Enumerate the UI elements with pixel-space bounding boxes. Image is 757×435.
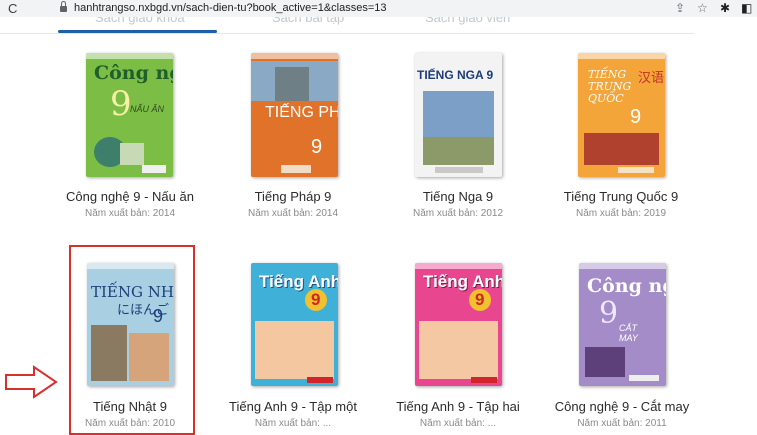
cover-title: TIẾNG TRUNG QUỐC — [588, 68, 632, 105]
cover-band — [251, 53, 338, 59]
cover-subtitle: NẤU ĂN — [130, 104, 165, 114]
publisher-logo — [435, 167, 483, 173]
cover-photo — [419, 321, 498, 379]
cover-photo — [120, 143, 144, 165]
cover-number: 9 — [630, 106, 642, 128]
cover-number: 9 — [599, 296, 619, 331]
tab-teacher-books[interactable]: Sách giáo viên — [425, 17, 510, 25]
reload-icon[interactable]: C — [8, 0, 17, 17]
book-cover[interactable]: TIẾNG TRUNG QUỐC 汉语 9 — [578, 53, 665, 177]
cover-band — [86, 53, 173, 59]
book-title[interactable]: Công nghệ 9 - Nấu ăn — [35, 189, 225, 204]
publisher-logo — [629, 375, 659, 381]
sidebar-icon[interactable]: ◧ — [741, 0, 752, 17]
book-title[interactable]: Tiếng Pháp 9 — [198, 189, 388, 204]
book-year: Năm xuất bản: 2014 — [84, 208, 176, 219]
cover-number: 9 — [311, 136, 323, 158]
book-cover[interactable]: Tiếng Anh 9 — [415, 263, 502, 386]
tabs-divider — [0, 33, 694, 34]
book-title[interactable]: Tiếng Trung Quốc 9 — [526, 189, 716, 204]
cover-title: TIẾNG PHÁP — [265, 104, 338, 121]
cover-title: Tiếng Anh — [259, 272, 338, 291]
book-year: Năm xuất bản: 2011 — [577, 418, 667, 429]
extensions-icon[interactable]: ✱ — [720, 0, 730, 17]
book-cover[interactable]: TIẾNG NGA 9 — [415, 53, 502, 177]
cover-title: Công nghệ — [94, 62, 173, 84]
book-cover[interactable]: Công nghệ 9 CẮT MAY — [579, 263, 666, 386]
book-title[interactable]: Tiếng Nga 9 — [363, 189, 553, 204]
book-cover[interactable]: TIẾNG PHÁP 9 — [251, 53, 338, 177]
cover-band — [578, 53, 665, 59]
publisher-logo — [281, 165, 311, 173]
url-text[interactable]: hanhtrangso.nxbgd.vn/sach-dien-tu?book_a… — [74, 0, 387, 17]
publisher-logo — [471, 377, 497, 383]
cover-band — [579, 263, 666, 269]
star-icon[interactable]: ☆ — [697, 0, 708, 17]
highlight-box — [69, 245, 195, 435]
cover-title: TIẾNG NGA 9 — [417, 68, 494, 82]
publisher-logo — [307, 377, 333, 383]
book-year: Năm xuất bản: 2014 — [247, 208, 339, 219]
book-year: Năm xuất bản: 2019 — [575, 208, 667, 219]
cover-photo — [275, 67, 309, 101]
publisher-logo — [142, 165, 166, 173]
cover-photo — [423, 137, 494, 165]
book-title[interactable]: Tiếng Anh 9 - Tập một — [198, 399, 388, 414]
book-year: Năm xuất bản: 2012 — [412, 208, 504, 219]
cover-chinese-text: 汉语 — [638, 70, 665, 85]
browser-toolbar: C hanhtrangso.nxbgd.vn/sach-dien-tu?book… — [0, 0, 757, 17]
book-year: Năm xuất bản: ... — [419, 418, 497, 429]
cover-number: 9 — [311, 290, 321, 309]
tab-textbooks[interactable]: Sách giáo khoa — [95, 17, 185, 25]
cover-photo — [584, 133, 659, 165]
right-arrow-icon — [5, 365, 58, 399]
book-title[interactable]: Tiếng Anh 9 - Tập hai — [363, 399, 553, 414]
tab-workbooks[interactable]: Sách bài tập — [272, 17, 344, 25]
book-cover[interactable]: Tiếng Anh 9 — [251, 263, 338, 386]
cover-subtitle: CẮT MAY — [619, 323, 638, 343]
cover-title: Tiếng Anh — [423, 272, 502, 291]
cover-photo — [255, 321, 334, 379]
book-title[interactable]: Công nghệ 9 - Cắt may — [527, 399, 717, 414]
cover-band — [415, 263, 502, 269]
cover-title: Công nghệ — [587, 275, 666, 297]
address-bar[interactable]: hanhtrangso.nxbgd.vn/sach-dien-tu?book_a… — [26, 0, 714, 17]
book-year: Năm xuất bản: ... — [254, 418, 332, 429]
cover-number: 9 — [110, 84, 132, 124]
lock-icon[interactable] — [60, 1, 67, 13]
cover-photo — [585, 347, 625, 377]
cover-number: 9 — [475, 290, 485, 309]
share-icon[interactable]: ⇪ — [675, 0, 685, 17]
publisher-logo — [618, 167, 654, 173]
book-cover[interactable]: Công nghệ 9 NẤU ĂN — [86, 53, 173, 177]
